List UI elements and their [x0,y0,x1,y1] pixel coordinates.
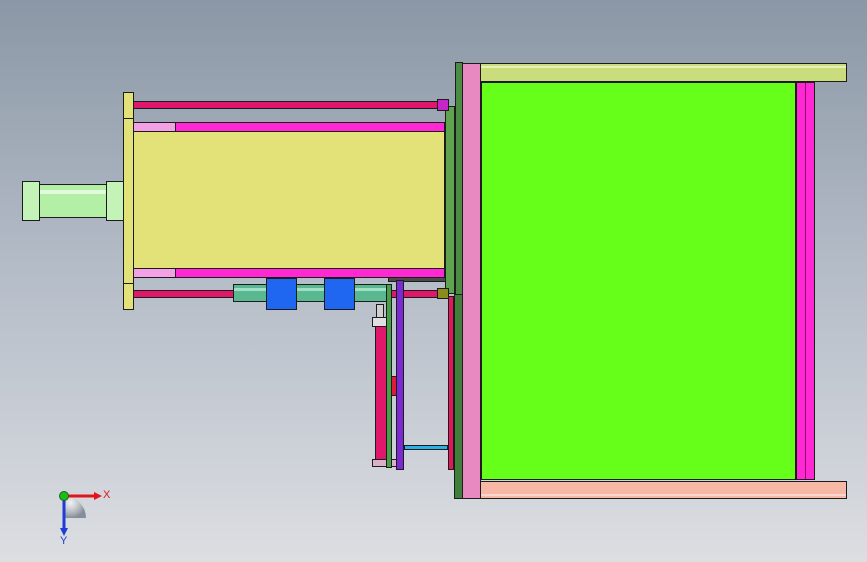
teal-sensor-rail[interactable] [233,284,390,302]
end-plate-line-bottom [123,283,134,284]
cylinder-front-cap[interactable] [106,181,124,221]
blue-sensor-block-2[interactable] [324,278,355,310]
top-rod-end-clip [437,99,449,111]
vertical-cylinder-foot [372,459,398,467]
bottom-rail-highlight [481,494,846,496]
cad-viewport[interactable]: X Y [0,0,867,562]
violet-lift-post[interactable] [396,280,404,470]
coordinate-triad: X Y [59,489,111,547]
small-red-sensor [391,376,397,396]
left-vertical-rail[interactable] [462,63,481,499]
yellow-main-body[interactable] [133,131,445,269]
cylinder-rear-cap[interactable] [22,181,40,221]
teal-rail-highlight [234,288,389,291]
mid-green-plate[interactable] [445,106,455,294]
y-axis-label: Y [60,535,68,547]
dark-green-lower-plate [454,294,463,499]
bottom-rail[interactable] [480,481,847,499]
cylinder-highlight [40,190,106,194]
vertical-cylinder-fitting [376,304,384,318]
z-axis-dot [59,491,69,501]
magenta-guide-top-end [133,122,176,132]
x-axis-arrowhead [94,492,102,500]
blue-sensor-block-1[interactable] [266,278,297,310]
green-panel[interactable] [481,82,796,480]
end-plate-line-top [123,118,134,119]
x-axis-label: X [103,489,111,501]
left-end-plate[interactable] [123,92,134,310]
cyan-link-bar[interactable] [404,445,448,450]
magenta-guide-bottom-end [133,268,176,278]
top-rail-highlight [481,66,846,68]
top-rod[interactable] [133,101,439,109]
right-magenta-post-line [805,83,806,479]
magenta-guide-top[interactable] [133,122,445,132]
